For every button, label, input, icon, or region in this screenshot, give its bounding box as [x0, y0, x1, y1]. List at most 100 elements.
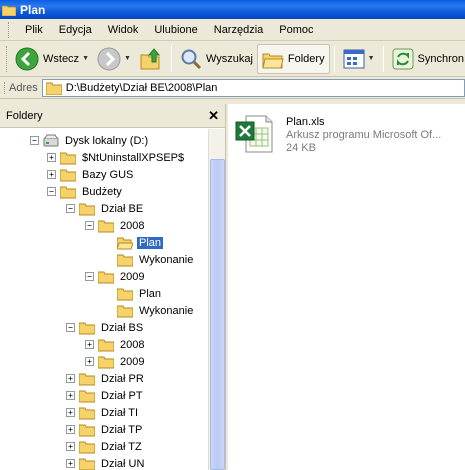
tree-item-label: Dział TZ — [101, 440, 142, 453]
file-type: Arkusz programu Microsoft Of... — [286, 129, 442, 141]
tree-item[interactable]: + Bazy GUS — [47, 166, 135, 183]
tree-item[interactable]: − Dział BE — [66, 200, 145, 217]
tree-item-label: Plan — [137, 236, 164, 249]
tree-item[interactable]: − Dysk lokalny (D:) — [30, 132, 150, 149]
tree-item-label: Dział BE — [101, 202, 144, 215]
folder-icon — [79, 373, 95, 385]
folders-pane: Foldery ✕ − Dysk lokalny (D:) + $NtUninstal… — [0, 104, 226, 470]
collapse-icon[interactable]: − — [47, 187, 56, 196]
folder-icon — [2, 5, 16, 16]
close-icon[interactable]: ✕ — [208, 108, 219, 124]
folder-tree: − Dysk lokalny (D:) + $NtUninstallXPSEP$ + Ba… — [0, 129, 208, 470]
tree-item[interactable]: + $NtUninstallXPSEP$ — [47, 149, 186, 166]
search-button[interactable]: Wyszukaj — [176, 44, 257, 74]
forward-arrow-icon — [97, 47, 121, 70]
folder-icon — [98, 271, 114, 283]
tree-item[interactable]: − Budżety — [47, 183, 124, 200]
tree-item[interactable]: + Dział PT — [66, 387, 145, 404]
folder-icon — [117, 305, 133, 317]
tree-item-label: Budżety — [82, 185, 122, 198]
expand-icon[interactable]: + — [47, 170, 56, 179]
folder-icon — [79, 390, 95, 402]
tree-item[interactable]: + Dział TI — [66, 404, 140, 421]
title-bar: Plan — [0, 0, 465, 19]
tree-item-label: 2009 — [120, 355, 145, 368]
tree-item-label: Wykonanie — [139, 304, 194, 317]
back-label: Wstecz — [43, 52, 80, 65]
excel-file-icon — [235, 115, 273, 153]
tree-item[interactable]: + Dział TZ — [66, 438, 144, 455]
tree-item[interactable]: + Dział UN — [66, 455, 146, 470]
vertical-scrollbar[interactable] — [208, 129, 225, 470]
collapse-icon[interactable]: − — [85, 272, 94, 281]
scrollbar-thumb[interactable] — [210, 159, 225, 470]
expand-icon[interactable]: + — [66, 425, 75, 434]
toolbar-grip — [6, 45, 7, 72]
tree-item-label: Dział PT — [101, 389, 143, 402]
collapse-icon[interactable]: − — [66, 323, 75, 332]
folder-icon — [45, 82, 62, 95]
expand-icon[interactable]: + — [47, 153, 56, 162]
folders-label: Foldery — [287, 52, 325, 65]
collapse-icon[interactable]: − — [85, 221, 94, 230]
menu-tools[interactable]: Narzędzia — [206, 22, 272, 38]
address-bar: Adres D:\Budżety\Dział BE\2008\Plan — [0, 77, 465, 99]
toolbar-separator — [333, 45, 335, 72]
menu-view[interactable]: Widok — [100, 22, 147, 38]
tree-item-label: Dział PR — [101, 372, 144, 385]
sync-button[interactable]: Synchron — [388, 44, 465, 74]
tree-item-label: Dział UN — [101, 457, 145, 470]
views-button[interactable]: ▼ — [339, 44, 379, 74]
folder-up-icon — [140, 47, 161, 69]
tree-item[interactable]: Wykonanie — [104, 302, 195, 319]
tree-item[interactable]: Wykonanie — [104, 251, 195, 268]
tree-item-label: Bazy GUS — [82, 168, 134, 181]
expand-icon[interactable]: + — [85, 357, 94, 366]
expand-icon[interactable]: + — [66, 442, 75, 451]
file-item[interactable]: Plan.xls Arkusz programu Microsoft Of...… — [234, 114, 441, 155]
up-button[interactable] — [135, 44, 167, 74]
menu-favorites[interactable]: Ulubione — [146, 22, 205, 38]
tree-item[interactable]: +2009 — [85, 353, 146, 370]
chevron-down-icon[interactable]: ▼ — [124, 55, 131, 62]
tree-item[interactable]: Plan — [104, 234, 164, 251]
collapse-icon[interactable]: − — [66, 204, 75, 213]
tree-item[interactable]: − 2009 — [85, 268, 146, 285]
expand-icon[interactable]: + — [85, 340, 94, 349]
folder-icon — [79, 203, 95, 215]
menu-bar: Plik Edycja Widok Ulubione Narzędzia Pom… — [0, 19, 465, 41]
folder-icon — [117, 254, 133, 266]
folders-button[interactable]: Foldery — [256, 43, 330, 74]
expand-icon[interactable]: + — [66, 408, 75, 417]
toolbar: Wstecz ▼ ▼ Wyszukaj Foldery ▼ Synchron — [0, 41, 465, 77]
chevron-down-icon[interactable]: ▼ — [82, 55, 89, 62]
menu-file[interactable]: Plik — [17, 22, 51, 38]
tree-item[interactable]: + Dział TP — [66, 421, 144, 438]
menu-edit[interactable]: Edycja — [51, 22, 100, 38]
expand-icon[interactable]: + — [66, 374, 75, 383]
address-field[interactable]: D:\Budżety\Dział BE\2008\Plan — [41, 78, 465, 97]
tree-item-label: 2008 — [120, 219, 145, 232]
tree-item[interactable]: − Dział BS — [66, 319, 145, 336]
tree-item[interactable]: − 2008 — [85, 217, 146, 234]
folder-icon — [79, 407, 95, 419]
menu-help[interactable]: Pomoc — [271, 22, 321, 38]
tree-item[interactable]: +2008 — [85, 336, 146, 353]
folder-icon — [79, 424, 95, 436]
chevron-down-icon[interactable]: ▼ — [368, 55, 375, 62]
toolbar-separator — [170, 45, 172, 72]
menu-grip — [8, 21, 11, 38]
tree-item[interactable]: Plan — [104, 285, 163, 302]
search-label: Wyszukaj — [205, 52, 253, 65]
expand-icon[interactable]: + — [66, 391, 75, 400]
forward-button[interactable]: ▼ — [93, 44, 135, 74]
tree-item[interactable]: + Dział PR — [66, 370, 146, 387]
back-button[interactable]: Wstecz ▼ — [11, 44, 93, 74]
folder-icon — [98, 220, 114, 232]
tree-item-label: Dział TI — [101, 406, 139, 419]
collapse-icon[interactable]: − — [30, 136, 39, 145]
tree-item-label: Dysk lokalny (D:) — [65, 134, 149, 147]
folder-icon — [79, 322, 95, 334]
expand-icon[interactable]: + — [66, 459, 75, 468]
tree-item-label: $NtUninstallXPSEP$ — [82, 151, 185, 164]
